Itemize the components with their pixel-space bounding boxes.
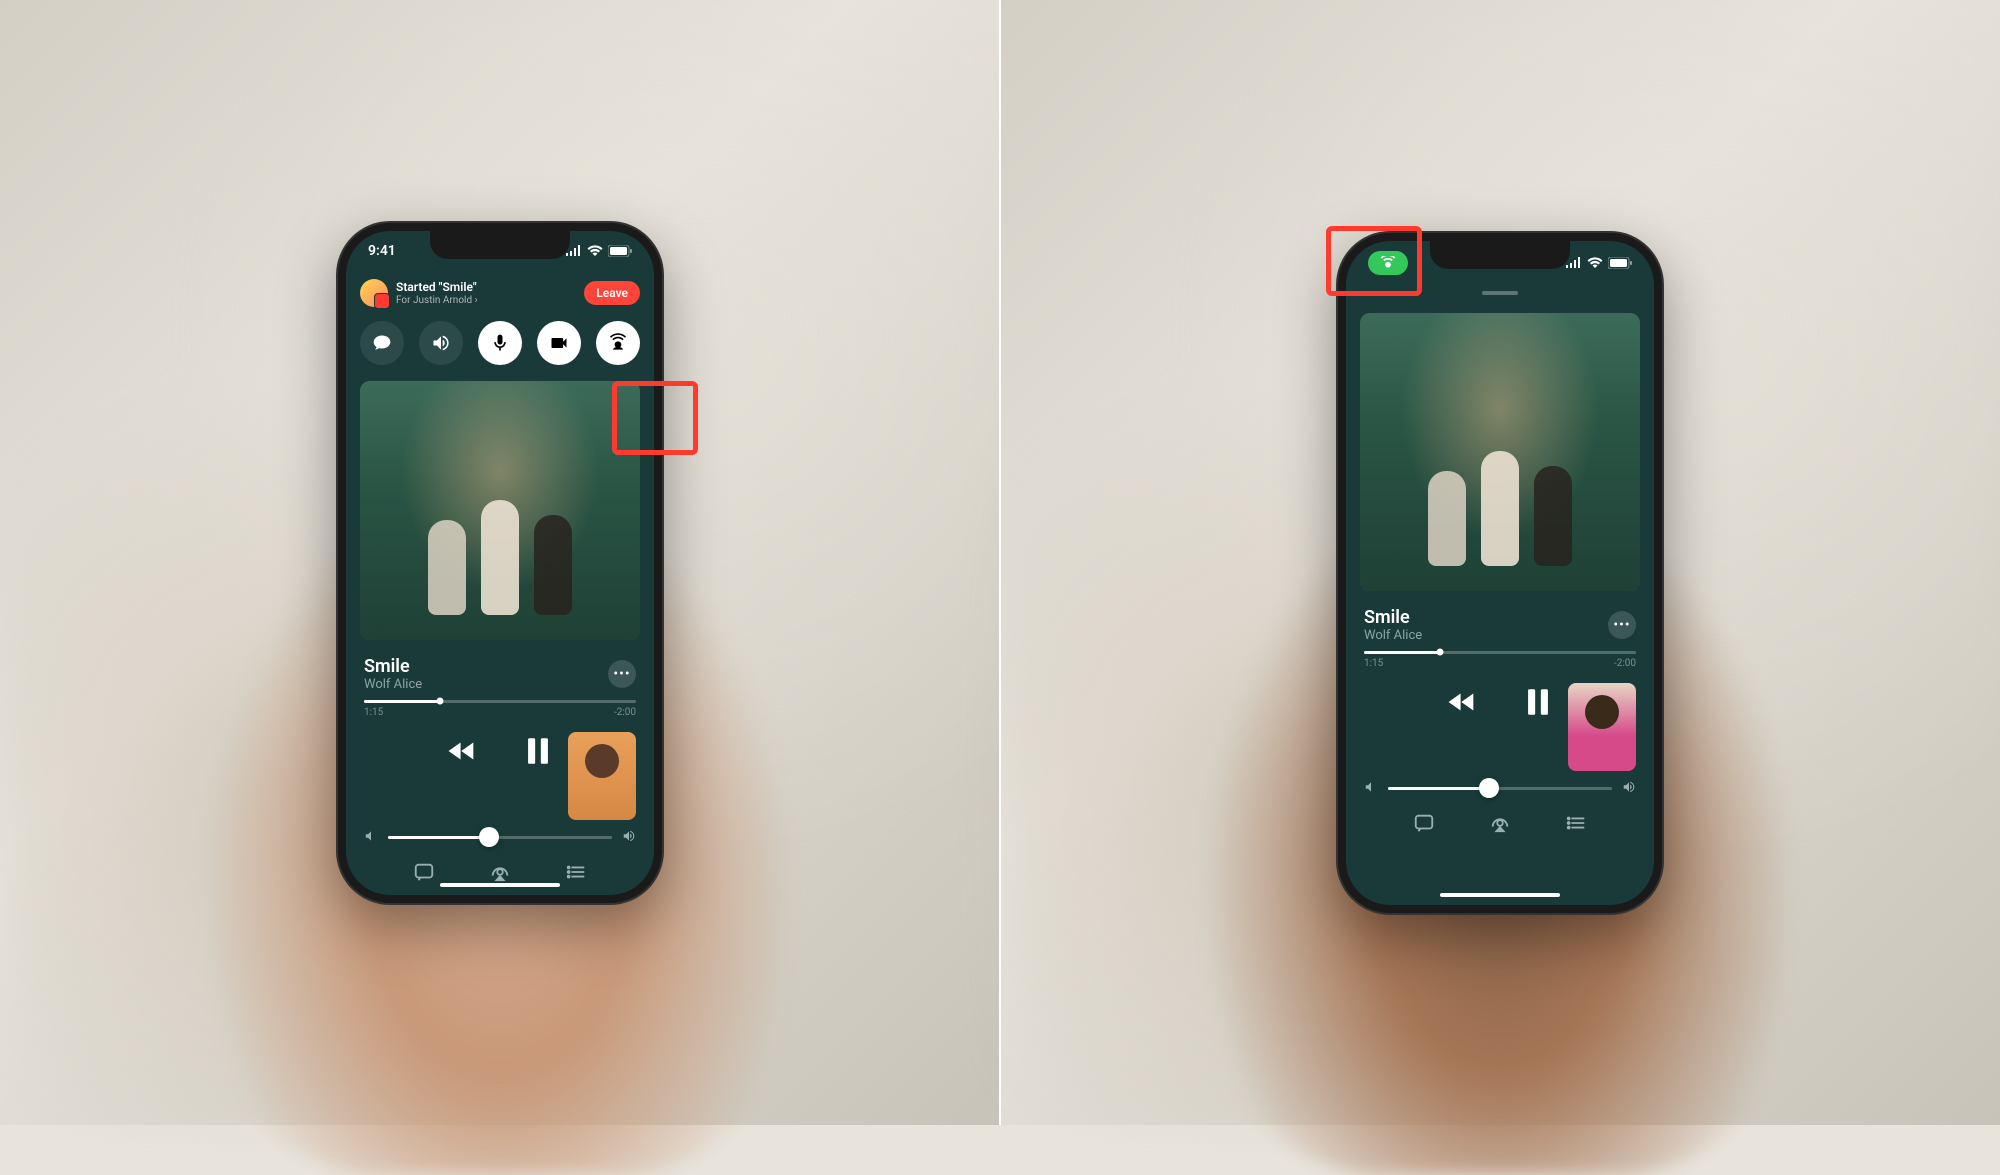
shareplay-icon [1378,256,1398,270]
rewind-button[interactable] [1445,685,1479,719]
album-figures [428,500,572,615]
rewind-icon [1445,685,1479,719]
camera-button[interactable] [537,321,581,365]
scrubber[interactable]: 1:15 -2:00 [346,696,654,722]
rewind-icon [445,734,479,768]
time-elapsed: 1:15 [364,707,383,718]
more-button[interactable]: ••• [1608,611,1636,639]
sheet-grabber[interactable] [1482,291,1518,295]
scrub-track [1364,651,1636,654]
pip-self-view[interactable] [1568,683,1636,771]
time-remaining: -2:00 [1614,658,1636,669]
pause-button[interactable] [1521,685,1555,719]
time-remaining: -2:00 [614,707,636,718]
scrub-times: 1:15 -2:00 [364,707,636,718]
messages-button[interactable] [360,321,404,365]
wifi-icon [587,245,603,256]
home-indicator[interactable] [1440,893,1560,897]
track-row: Smile Wolf Alice ••• [346,646,654,696]
time-elapsed: 1:15 [1364,658,1383,669]
shareplay-button[interactable] [596,321,640,365]
track-info[interactable]: Smile Wolf Alice [364,656,598,692]
pip-self-view[interactable] [568,732,636,820]
speaker-icon [431,333,451,353]
track-info[interactable]: Smile Wolf Alice [1364,607,1598,643]
queue-button[interactable] [565,861,587,887]
bottom-icons [346,853,654,895]
lyrics-button[interactable] [1413,812,1435,838]
mic-icon [490,333,510,353]
volume-slider[interactable] [388,836,612,839]
airplay-icon [1489,812,1511,834]
pause-icon [521,734,555,768]
wifi-icon [1587,257,1603,268]
status-indicators [1565,257,1632,269]
queue-icon [1565,812,1587,834]
rewind-button[interactable] [445,734,479,768]
volume-low-icon [364,828,378,847]
scrubber[interactable]: 1:15 -2:00 [1346,647,1654,673]
album-artwork[interactable] [360,381,640,639]
battery-icon [608,245,632,257]
leave-button[interactable]: Leave [584,281,640,305]
call-title: Started "Smile" [396,280,576,294]
call-subtitle: For Justin Arnold › [396,295,576,307]
album-figures [1428,451,1572,566]
lyrics-button[interactable] [413,861,435,887]
more-button[interactable]: ••• [608,660,636,688]
pause-icon [1521,685,1555,719]
camera-icon [549,333,569,353]
transport-controls [1346,673,1654,731]
queue-icon [565,861,587,883]
lyrics-icon [1413,812,1435,834]
iphone-frame-right: Smile Wolf Alice ••• 1:15 -2:00 [1338,233,1662,913]
screen-right: Smile Wolf Alice ••• 1:15 -2:00 [1346,241,1654,905]
call-header: Started "Smile" For Justin Arnold › Leav… [346,271,654,315]
volume-low-icon [1364,779,1378,798]
track-title: Smile [364,656,598,677]
status-indicators [565,245,632,257]
track-artist: Wolf Alice [1364,628,1598,643]
iphone-frame-left: 9:41 Started "Smile" For Justin Arnold ›… [338,223,662,903]
right-panel: Smile Wolf Alice ••• 1:15 -2:00 [1000,0,2000,1125]
battery-icon [1608,257,1632,269]
speaker-button[interactable] [419,321,463,365]
album-artwork[interactable] [1360,313,1640,591]
shareplay-icon [608,333,628,353]
track-row: Smile Wolf Alice ••• [1346,597,1654,647]
bottom-icons [1346,804,1654,846]
panel-divider [999,0,1001,1125]
track-title: Smile [1364,607,1598,628]
shareplay-pill[interactable] [1368,251,1408,275]
call-info[interactable]: Started "Smile" For Justin Arnold › [396,280,576,306]
queue-button[interactable] [1565,812,1587,838]
volume-high-icon [1622,779,1636,798]
notch [430,231,570,259]
contact-avatar[interactable] [360,279,388,307]
airplay-icon [489,861,511,883]
transport-controls [346,722,654,780]
mic-button[interactable] [478,321,522,365]
screen-left: 9:41 Started "Smile" For Justin Arnold ›… [346,231,654,895]
airplay-button[interactable] [1489,812,1511,838]
pause-button[interactable] [521,734,555,768]
lyrics-icon [413,861,435,883]
messages-icon [372,333,392,353]
volume-slider[interactable] [1388,787,1612,790]
home-indicator[interactable] [440,883,560,887]
notch [1430,241,1570,269]
status-time: 9:41 [368,243,396,259]
volume-high-icon [622,828,636,847]
track-artist: Wolf Alice [364,677,598,692]
left-panel: 9:41 Started "Smile" For Justin Arnold ›… [0,0,1000,1125]
facetime-controls [346,315,654,375]
scrub-track [364,700,636,703]
scrub-times: 1:15 -2:00 [1364,658,1636,669]
